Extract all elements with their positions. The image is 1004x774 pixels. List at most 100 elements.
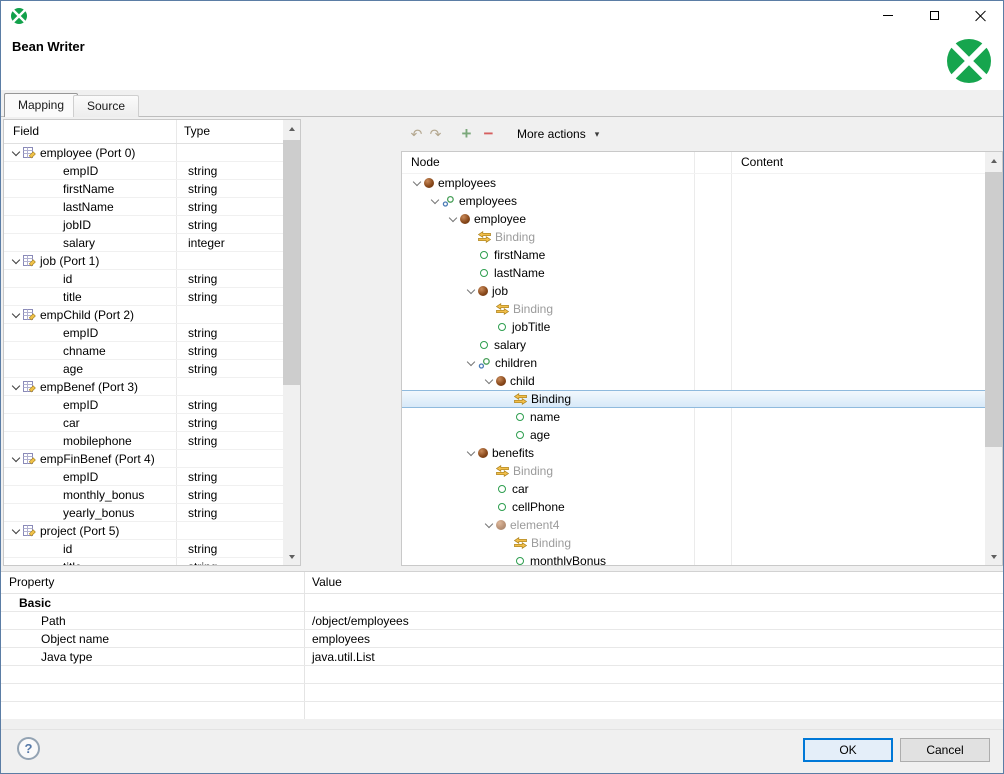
property-row[interactable]: Object nameemployees bbox=[1, 630, 1003, 648]
field-group-row[interactable]: employee (Port 0) bbox=[4, 144, 283, 162]
tab-source[interactable]: Source bbox=[73, 95, 139, 117]
node-row[interactable]: lastName bbox=[402, 264, 985, 282]
node-row[interactable]: age bbox=[402, 426, 985, 444]
chevron-down-icon[interactable] bbox=[410, 176, 424, 190]
chevron-down-icon[interactable] bbox=[464, 446, 478, 460]
field-row[interactable]: titlestring bbox=[4, 558, 283, 565]
chevron-down-icon[interactable] bbox=[446, 212, 460, 226]
chevron-down-icon[interactable] bbox=[464, 356, 478, 370]
field-row[interactable]: idstring bbox=[4, 270, 283, 288]
field-row[interactable]: empIDstring bbox=[4, 468, 283, 486]
node-row[interactable]: firstName bbox=[402, 246, 985, 264]
field-name: id bbox=[63, 272, 72, 286]
field-group-row[interactable]: project (Port 5) bbox=[4, 522, 283, 540]
chevron-down-icon[interactable] bbox=[464, 284, 478, 298]
field-row[interactable]: firstNamestring bbox=[4, 180, 283, 198]
node-row[interactable]: salary bbox=[402, 336, 985, 354]
node-row[interactable]: Binding bbox=[402, 228, 985, 246]
scroll-up-button[interactable] bbox=[283, 120, 300, 137]
field-group-row[interactable]: empChild (Port 2) bbox=[4, 306, 283, 324]
column-header-property[interactable]: Property bbox=[9, 575, 54, 589]
node-tree-scrollbar[interactable] bbox=[985, 152, 1002, 565]
node-row[interactable]: benefits bbox=[402, 444, 985, 462]
more-actions-button[interactable]: More actions ▾ bbox=[510, 124, 606, 144]
field-row[interactable]: salaryinteger bbox=[4, 234, 283, 252]
ok-button[interactable]: OK bbox=[803, 738, 893, 762]
field-group-row[interactable]: empFinBenef (Port 4) bbox=[4, 450, 283, 468]
curved-arrow-right-icon[interactable]: ↷ bbox=[426, 126, 445, 143]
chevron-down-icon[interactable] bbox=[482, 518, 496, 532]
field-row[interactable]: idstring bbox=[4, 540, 283, 558]
field-row[interactable]: lastNamestring bbox=[4, 198, 283, 216]
node-row[interactable]: employees bbox=[402, 174, 985, 192]
chevron-down-icon[interactable] bbox=[9, 254, 23, 268]
node-row[interactable]: child bbox=[402, 372, 985, 390]
chevron-down-icon[interactable] bbox=[9, 524, 23, 538]
field-row[interactable]: titlestring bbox=[4, 288, 283, 306]
record-icon bbox=[23, 146, 36, 159]
node-row[interactable]: Binding bbox=[402, 534, 985, 552]
field-row[interactable]: jobIDstring bbox=[4, 216, 283, 234]
fields-scrollbar[interactable] bbox=[283, 120, 300, 565]
minimize-button[interactable] bbox=[865, 1, 911, 30]
node-row[interactable]: Binding bbox=[402, 300, 985, 318]
help-button[interactable]: ? bbox=[17, 737, 40, 760]
scroll-down-button[interactable] bbox=[283, 548, 300, 565]
property-row-empty[interactable] bbox=[1, 702, 1003, 719]
column-header-node[interactable]: Node bbox=[411, 155, 440, 169]
field-row[interactable]: empIDstring bbox=[4, 396, 283, 414]
column-header-field[interactable]: Field bbox=[13, 124, 39, 138]
chevron-down-icon[interactable] bbox=[482, 374, 496, 388]
field-row[interactable]: yearly_bonusstring bbox=[4, 504, 283, 522]
field-row[interactable]: empIDstring bbox=[4, 324, 283, 342]
tab-mapping[interactable]: Mapping bbox=[4, 93, 78, 117]
node-row[interactable]: job bbox=[402, 282, 985, 300]
field-row[interactable]: empIDstring bbox=[4, 162, 283, 180]
field-row[interactable]: monthly_bonusstring bbox=[4, 486, 283, 504]
property-row-empty[interactable] bbox=[1, 666, 1003, 684]
node-label: Binding bbox=[531, 392, 571, 406]
property-row[interactable]: Path/object/employees bbox=[1, 612, 1003, 630]
property-row-empty[interactable] bbox=[1, 684, 1003, 702]
maximize-icon bbox=[930, 11, 939, 20]
node-row[interactable]: name bbox=[402, 408, 985, 426]
node-row[interactable]: children bbox=[402, 354, 985, 372]
node-row[interactable]: element4 bbox=[402, 516, 985, 534]
chevron-down-icon[interactable] bbox=[9, 308, 23, 322]
node-row[interactable]: monthlyBonus bbox=[402, 552, 985, 565]
property-row[interactable]: Java typejava.util.List bbox=[1, 648, 1003, 666]
column-header-type[interactable]: Type bbox=[184, 124, 210, 138]
field-row[interactable]: agestring bbox=[4, 360, 283, 378]
field-row[interactable]: chnamestring bbox=[4, 342, 283, 360]
maximize-button[interactable] bbox=[911, 1, 957, 30]
column-header-value[interactable]: Value bbox=[312, 575, 342, 589]
property-value: java.util.List bbox=[304, 650, 1003, 664]
node-row[interactable]: car bbox=[402, 480, 985, 498]
field-group-row[interactable]: job (Port 1) bbox=[4, 252, 283, 270]
record-icon bbox=[23, 524, 36, 537]
chevron-down-icon[interactable] bbox=[428, 194, 442, 208]
node-row[interactable]: employees bbox=[402, 192, 985, 210]
curved-arrow-left-icon[interactable]: ↶ bbox=[407, 126, 426, 143]
scroll-up-button[interactable] bbox=[985, 152, 1002, 169]
node-row[interactable]: Binding bbox=[402, 390, 985, 408]
remove-element-button[interactable]: − bbox=[480, 124, 497, 144]
chevron-down-icon[interactable] bbox=[9, 452, 23, 466]
add-element-button[interactable]: + bbox=[458, 124, 475, 144]
scrollbar-thumb[interactable] bbox=[985, 172, 1002, 447]
field-row[interactable]: mobilephonestring bbox=[4, 432, 283, 450]
field-row[interactable]: carstring bbox=[4, 414, 283, 432]
field-group-row[interactable]: empBenef (Port 3) bbox=[4, 378, 283, 396]
node-row[interactable]: cellPhone bbox=[402, 498, 985, 516]
node-row[interactable]: employee bbox=[402, 210, 985, 228]
column-header-content[interactable]: Content bbox=[741, 155, 783, 169]
chevron-down-icon[interactable] bbox=[9, 380, 23, 394]
scrollbar-thumb[interactable] bbox=[283, 140, 300, 385]
property-section-row[interactable]: Basic bbox=[1, 594, 1003, 612]
close-button[interactable] bbox=[957, 1, 1003, 30]
chevron-down-icon[interactable] bbox=[9, 146, 23, 160]
cancel-button[interactable]: Cancel bbox=[900, 738, 990, 762]
scroll-down-button[interactable] bbox=[985, 548, 1002, 565]
node-row[interactable]: Binding bbox=[402, 462, 985, 480]
node-row[interactable]: jobTitle bbox=[402, 318, 985, 336]
